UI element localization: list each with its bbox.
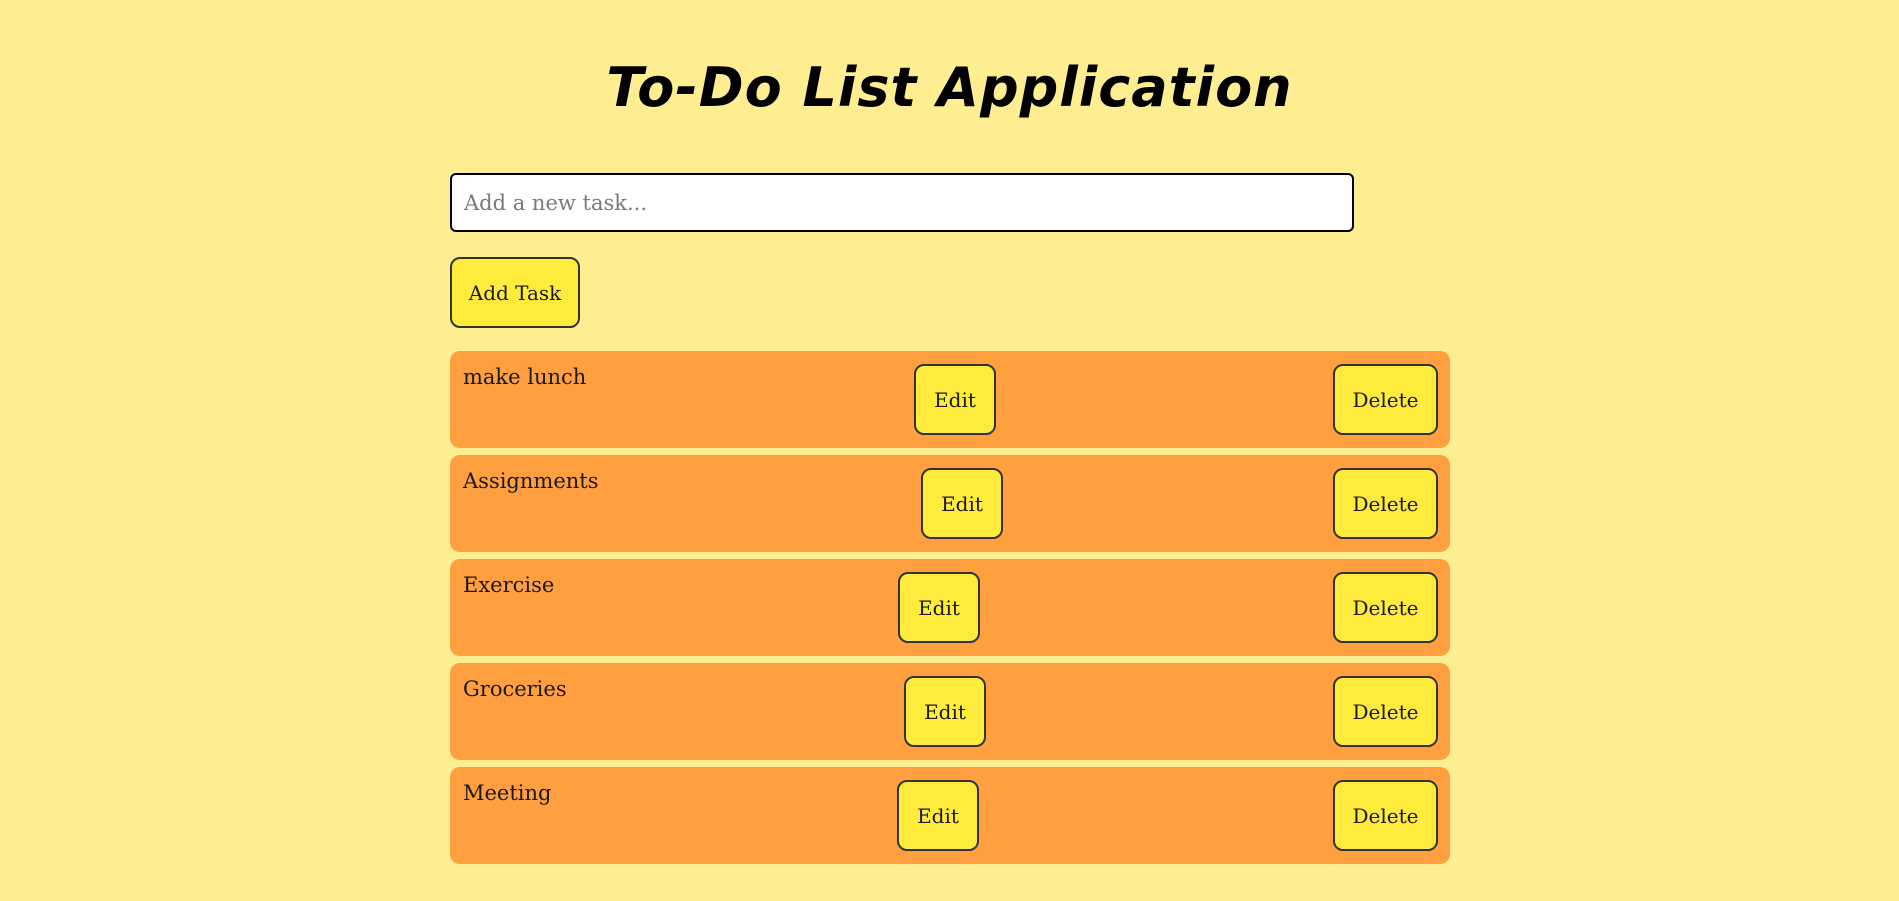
task-text: make lunch [463,365,587,389]
delete-task-button[interactable]: Delete [1333,468,1438,539]
task-item: Groceries Edit Delete [450,663,1450,760]
delete-task-button[interactable]: Delete [1333,780,1438,851]
task-item: Assignments Edit Delete [450,455,1450,552]
task-item: make lunch Edit Delete [450,351,1450,448]
edit-task-button[interactable]: Edit [914,364,996,435]
task-item: Meeting Edit Delete [450,767,1450,864]
new-task-input[interactable] [450,173,1354,232]
edit-task-button[interactable]: Edit [897,780,979,851]
add-task-button[interactable]: Add Task [450,257,580,328]
task-list: make lunch Edit Delete Assignments Edit … [450,351,1450,871]
task-text: Meeting [463,781,552,805]
delete-task-button[interactable]: Delete [1333,676,1438,747]
task-text: Assignments [463,469,599,493]
page-title: To-Do List Application [606,56,1293,119]
task-text: Exercise [463,573,555,597]
task-text: Groceries [463,677,567,701]
edit-task-button[interactable]: Edit [921,468,1003,539]
edit-task-button[interactable]: Edit [904,676,986,747]
task-item: Exercise Edit Delete [450,559,1450,656]
delete-task-button[interactable]: Delete [1333,572,1438,643]
edit-task-button[interactable]: Edit [898,572,980,643]
delete-task-button[interactable]: Delete [1333,364,1438,435]
